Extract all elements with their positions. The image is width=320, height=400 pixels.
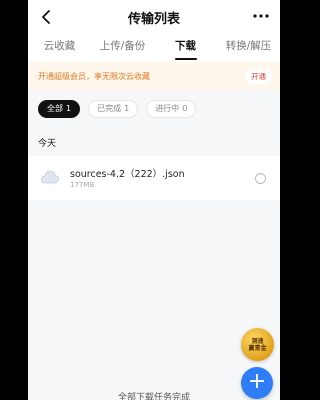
promo-text: 开通超级会员，享无限次云收藏	[38, 71, 150, 81]
cloud-file-icon	[41, 170, 59, 184]
badge-line-2: 赢青金	[248, 344, 267, 352]
filter-chips: 全部 1 已完成 1 进行中 0	[38, 100, 197, 118]
file-size: 177MB	[70, 181, 95, 189]
filter-count: 0	[182, 104, 188, 113]
badge-line-1: 测速	[251, 337, 264, 345]
section-date-label: 今天	[38, 139, 57, 149]
app-window: 传输列表 云收藏 上传/备份 下载 转换/解压 开通超级会员，享无限次云收藏 开…	[28, 0, 280, 400]
tab-download[interactable]: 下载	[154, 36, 217, 62]
open-vip-button[interactable]: 开通	[245, 68, 272, 84]
vip-promo-banner[interactable]: 开通超级会员，享无限次云收藏 开通	[28, 62, 280, 90]
tab-convert-extract[interactable]: 转换/解压	[217, 36, 280, 62]
filter-completed-chip[interactable]: 已完成 1	[88, 100, 139, 118]
filter-label: 全部	[47, 104, 63, 113]
list-item[interactable]: sources-4.2（222）.json 177MB	[28, 156, 280, 200]
filter-count: 1	[66, 104, 72, 113]
filter-all-chip[interactable]: 全部 1	[38, 100, 81, 118]
completion-status: 全部下载任务完成	[117, 393, 190, 400]
screen: 传输列表 云收藏 上传/备份 下载 转换/解压 开通超级会员，享无限次云收藏 开…	[0, 0, 300, 400]
page-title: 传输列表	[127, 12, 180, 27]
filter-in-progress-chip[interactable]: 进行中 0	[146, 100, 197, 118]
select-radio[interactable]	[255, 173, 266, 184]
filter-label: 进行中	[155, 104, 180, 113]
speed-test-badge[interactable]: 测速 赢青金	[241, 328, 274, 361]
tab-upload-backup[interactable]: 上传/备份	[91, 36, 154, 62]
filter-count: 1	[124, 104, 130, 113]
filter-label: 已完成	[97, 104, 122, 113]
tab-cloud-collect[interactable]: 云收藏	[28, 36, 91, 62]
file-name: sources-4.2（222）.json	[70, 169, 185, 180]
top-bar: 传输列表 云收藏 上传/备份 下载 转换/解压	[28, 0, 280, 62]
more-options-icon[interactable]	[250, 9, 272, 23]
transfer-tabs: 云收藏 上传/备份 下载 转换/解压	[28, 36, 280, 62]
